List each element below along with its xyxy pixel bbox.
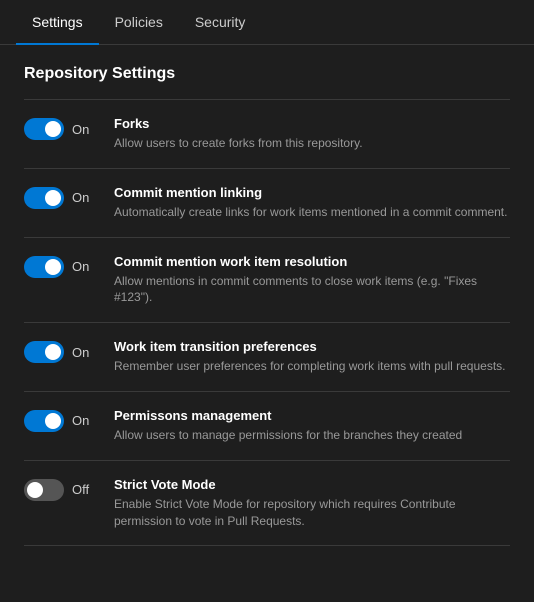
setting-title-commit-mention-work-item: Commit mention work item resolution bbox=[114, 254, 510, 269]
setting-content-strict-vote-mode: Strict Vote Mode Enable Strict Vote Mode … bbox=[114, 477, 510, 530]
setting-content-commit-mention-linking: Commit mention linking Automatically crea… bbox=[114, 185, 510, 221]
setting-row-strict-vote-mode: Off Strict Vote Mode Enable Strict Vote Mo… bbox=[24, 461, 510, 547]
toggle-commit-mention-work-item[interactable] bbox=[24, 256, 64, 278]
setting-desc-commit-mention-work-item: Allow mentions in commit comments to clo… bbox=[114, 273, 510, 307]
setting-desc-work-item-transition: Remember user preferences for completing… bbox=[114, 358, 510, 375]
toggle-knob-permissions-management bbox=[45, 413, 61, 429]
setting-title-permissions-management: Permissons management bbox=[114, 408, 510, 423]
setting-content-commit-mention-work-item: Commit mention work item resolution Allow… bbox=[114, 254, 510, 307]
setting-title-forks: Forks bbox=[114, 116, 510, 131]
toggle-permissions-management[interactable] bbox=[24, 410, 64, 432]
toggle-knob-forks bbox=[45, 121, 61, 137]
tab-policies[interactable]: Policies bbox=[99, 0, 179, 44]
tab-security[interactable]: Security bbox=[179, 0, 262, 44]
toggle-area-strict-vote-mode: Off bbox=[24, 477, 114, 501]
toggle-label-commit-mention-work-item: On bbox=[72, 259, 89, 274]
setting-row-work-item-transition: On Work item transition preferences Rememb… bbox=[24, 323, 510, 392]
setting-title-work-item-transition: Work item transition preferences bbox=[114, 339, 510, 354]
toggle-forks[interactable] bbox=[24, 118, 64, 140]
toggle-area-commit-mention-work-item: On bbox=[24, 254, 114, 278]
setting-desc-commit-mention-linking: Automatically create links for work item… bbox=[114, 204, 510, 221]
setting-desc-forks: Allow users to create forks from this re… bbox=[114, 135, 510, 152]
setting-row-forks: On Forks Allow users to create forks from … bbox=[24, 100, 510, 169]
toggle-knob-commit-mention-work-item bbox=[45, 259, 61, 275]
setting-row-commit-mention-linking: On Commit mention linking Automatically cr… bbox=[24, 169, 510, 238]
toggle-label-strict-vote-mode: Off bbox=[72, 482, 89, 497]
toggle-label-forks: On bbox=[72, 122, 89, 137]
setting-content-work-item-transition: Work item transition preferences Remember… bbox=[114, 339, 510, 375]
setting-desc-strict-vote-mode: Enable Strict Vote Mode for repository w… bbox=[114, 496, 510, 530]
toggle-commit-mention-linking[interactable] bbox=[24, 187, 64, 209]
toggle-knob-strict-vote-mode bbox=[27, 482, 43, 498]
section-title: Repository Settings bbox=[24, 65, 510, 83]
toggle-label-commit-mention-linking: On bbox=[72, 190, 89, 205]
toggle-area-commit-mention-linking: On bbox=[24, 185, 114, 209]
toggle-work-item-transition[interactable] bbox=[24, 341, 64, 363]
tab-settings[interactable]: Settings bbox=[16, 0, 99, 44]
setting-content-forks: Forks Allow users to create forks from th… bbox=[114, 116, 510, 152]
setting-title-commit-mention-linking: Commit mention linking bbox=[114, 185, 510, 200]
setting-row-commit-mention-work-item: On Commit mention work item resolution All… bbox=[24, 238, 510, 324]
setting-desc-permissions-management: Allow users to manage permissions for th… bbox=[114, 427, 510, 444]
toggle-area-work-item-transition: On bbox=[24, 339, 114, 363]
toggle-area-permissions-management: On bbox=[24, 408, 114, 432]
toggle-strict-vote-mode[interactable] bbox=[24, 479, 64, 501]
settings-list: On Forks Allow users to create forks from … bbox=[24, 99, 510, 546]
top-nav: Settings Policies Security bbox=[0, 0, 534, 45]
toggle-label-permissions-management: On bbox=[72, 413, 89, 428]
toggle-knob-work-item-transition bbox=[45, 344, 61, 360]
toggle-label-work-item-transition: On bbox=[72, 345, 89, 360]
repo-settings-section: Repository Settings On Forks Allow users t… bbox=[0, 45, 534, 556]
setting-content-permissions-management: Permissons management Allow users to mana… bbox=[114, 408, 510, 444]
toggle-knob-commit-mention-linking bbox=[45, 190, 61, 206]
setting-title-strict-vote-mode: Strict Vote Mode bbox=[114, 477, 510, 492]
setting-row-permissions-management: On Permissons management Allow users to ma… bbox=[24, 392, 510, 461]
toggle-area-forks: On bbox=[24, 116, 114, 140]
